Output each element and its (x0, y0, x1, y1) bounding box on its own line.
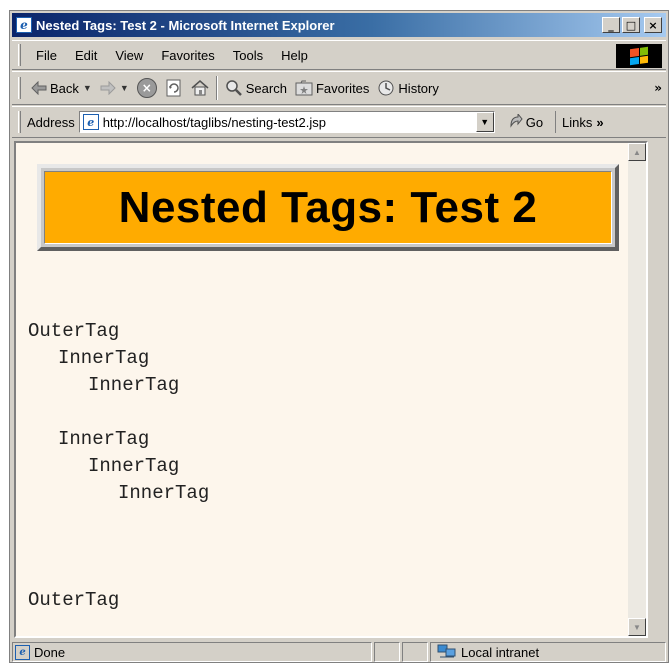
favorites-label: Favorites (315, 80, 370, 96)
status-panel-empty (374, 642, 400, 662)
history-icon (377, 79, 395, 97)
local-intranet-icon (437, 643, 457, 662)
zone-panel: Local intranet (430, 642, 666, 662)
menu-view[interactable]: View (106, 48, 152, 63)
refresh-icon (165, 79, 183, 97)
go-button[interactable]: Go (509, 112, 544, 131)
inner-tag-line: InnerTag (58, 347, 150, 369)
back-dropdown-icon[interactable]: ▼ (83, 83, 92, 93)
back-arrow-icon (31, 81, 47, 95)
links-overflow-icon[interactable]: » (596, 115, 603, 130)
browser-window: e Nested Tags: Test 2 - Microsoft Intern… (9, 10, 669, 663)
back-button[interactable]: Back ▼ (27, 75, 96, 101)
history-button[interactable]: History (373, 75, 442, 101)
forward-arrow-icon (100, 81, 116, 95)
menu-grip[interactable] (18, 44, 21, 66)
scroll-down-button[interactable]: ▼ (628, 618, 646, 636)
address-url[interactable]: http://localhost/taglibs/nesting-test2.j… (103, 115, 476, 130)
page-icon: e (15, 644, 30, 660)
search-label: Search (245, 80, 287, 96)
page-banner: Nested Tags: Test 2 (37, 164, 619, 251)
search-button[interactable]: Search (221, 75, 291, 101)
banner-cell: Nested Tags: Test 2 (44, 171, 612, 244)
menu-favorites[interactable]: Favorites (152, 48, 223, 63)
page-icon: e (82, 114, 99, 130)
status-panel: e Done (12, 642, 372, 662)
toolbar-grip[interactable] (18, 77, 21, 99)
minimize-button[interactable]: _ (602, 17, 620, 33)
menu-tools[interactable]: Tools (224, 48, 272, 63)
address-grip[interactable] (18, 111, 21, 133)
maximize-button[interactable]: □ (622, 17, 640, 33)
go-label: Go (525, 114, 544, 130)
menu-file[interactable]: File (27, 48, 66, 63)
page-content: Nested Tags: Test 2 OuterTag InnerTag In… (14, 141, 648, 638)
links-label: Links (562, 114, 593, 130)
home-icon (191, 79, 209, 97)
refresh-button[interactable] (161, 75, 187, 101)
menu-edit[interactable]: Edit (66, 48, 106, 63)
status-panel-empty (402, 642, 428, 662)
links-button[interactable]: Links » (555, 111, 604, 133)
stop-button[interactable]: × (133, 75, 161, 101)
toolbar-separator (215, 76, 218, 100)
windows-logo-icon (616, 44, 662, 68)
zone-text: Local intranet (461, 644, 540, 660)
title-bar[interactable]: e Nested Tags: Test 2 - Microsoft Intern… (12, 13, 666, 37)
outer-tag-line: OuterTag (28, 320, 120, 342)
go-arrow-icon (509, 112, 523, 131)
scroll-up-button[interactable]: ▲ (628, 143, 646, 161)
menu-help[interactable]: Help (272, 48, 317, 63)
search-icon (225, 79, 243, 97)
close-button[interactable]: × (644, 17, 662, 33)
ie-logo-icon: e (16, 17, 32, 33)
address-input[interactable]: e http://localhost/taglibs/nesting-test2… (78, 111, 495, 133)
inner-tag-line: InnerTag (88, 374, 180, 396)
history-label: History (398, 80, 439, 96)
favorites-icon (295, 80, 313, 96)
inner-tag-line: InnerTag (88, 455, 180, 477)
status-text: Done (34, 644, 66, 660)
vertical-scrollbar[interactable]: ▲ ▼ (628, 143, 646, 636)
outer-tag-line: OuterTag (28, 589, 120, 611)
address-bar: Address e http://localhost/taglibs/nesti… (12, 106, 666, 138)
page-title: Nested Tags: Test 2 (118, 182, 538, 232)
back-label: Back (50, 80, 79, 96)
window-title: Nested Tags: Test 2 - Microsoft Internet… (36, 17, 335, 33)
inner-tag-line: InnerTag (58, 428, 150, 450)
menu-bar: File Edit View Favorites Tools Help (12, 40, 666, 70)
forward-button[interactable]: ▼ (96, 75, 133, 101)
address-dropdown-icon[interactable]: ▼ (475, 112, 494, 132)
forward-dropdown-icon[interactable]: ▼ (120, 83, 129, 93)
address-label: Address (27, 114, 75, 130)
stop-icon: × (136, 78, 157, 98)
home-button[interactable] (187, 75, 213, 101)
inner-tag-line: InnerTag (118, 482, 210, 504)
favorites-button[interactable]: Favorites (291, 75, 373, 101)
status-bar: e Done Local intranet (12, 641, 666, 663)
toolbar-overflow-icon[interactable]: » (654, 81, 662, 95)
standard-toolbar: Back ▼ ▼ × Search Favorites History » (12, 71, 666, 105)
